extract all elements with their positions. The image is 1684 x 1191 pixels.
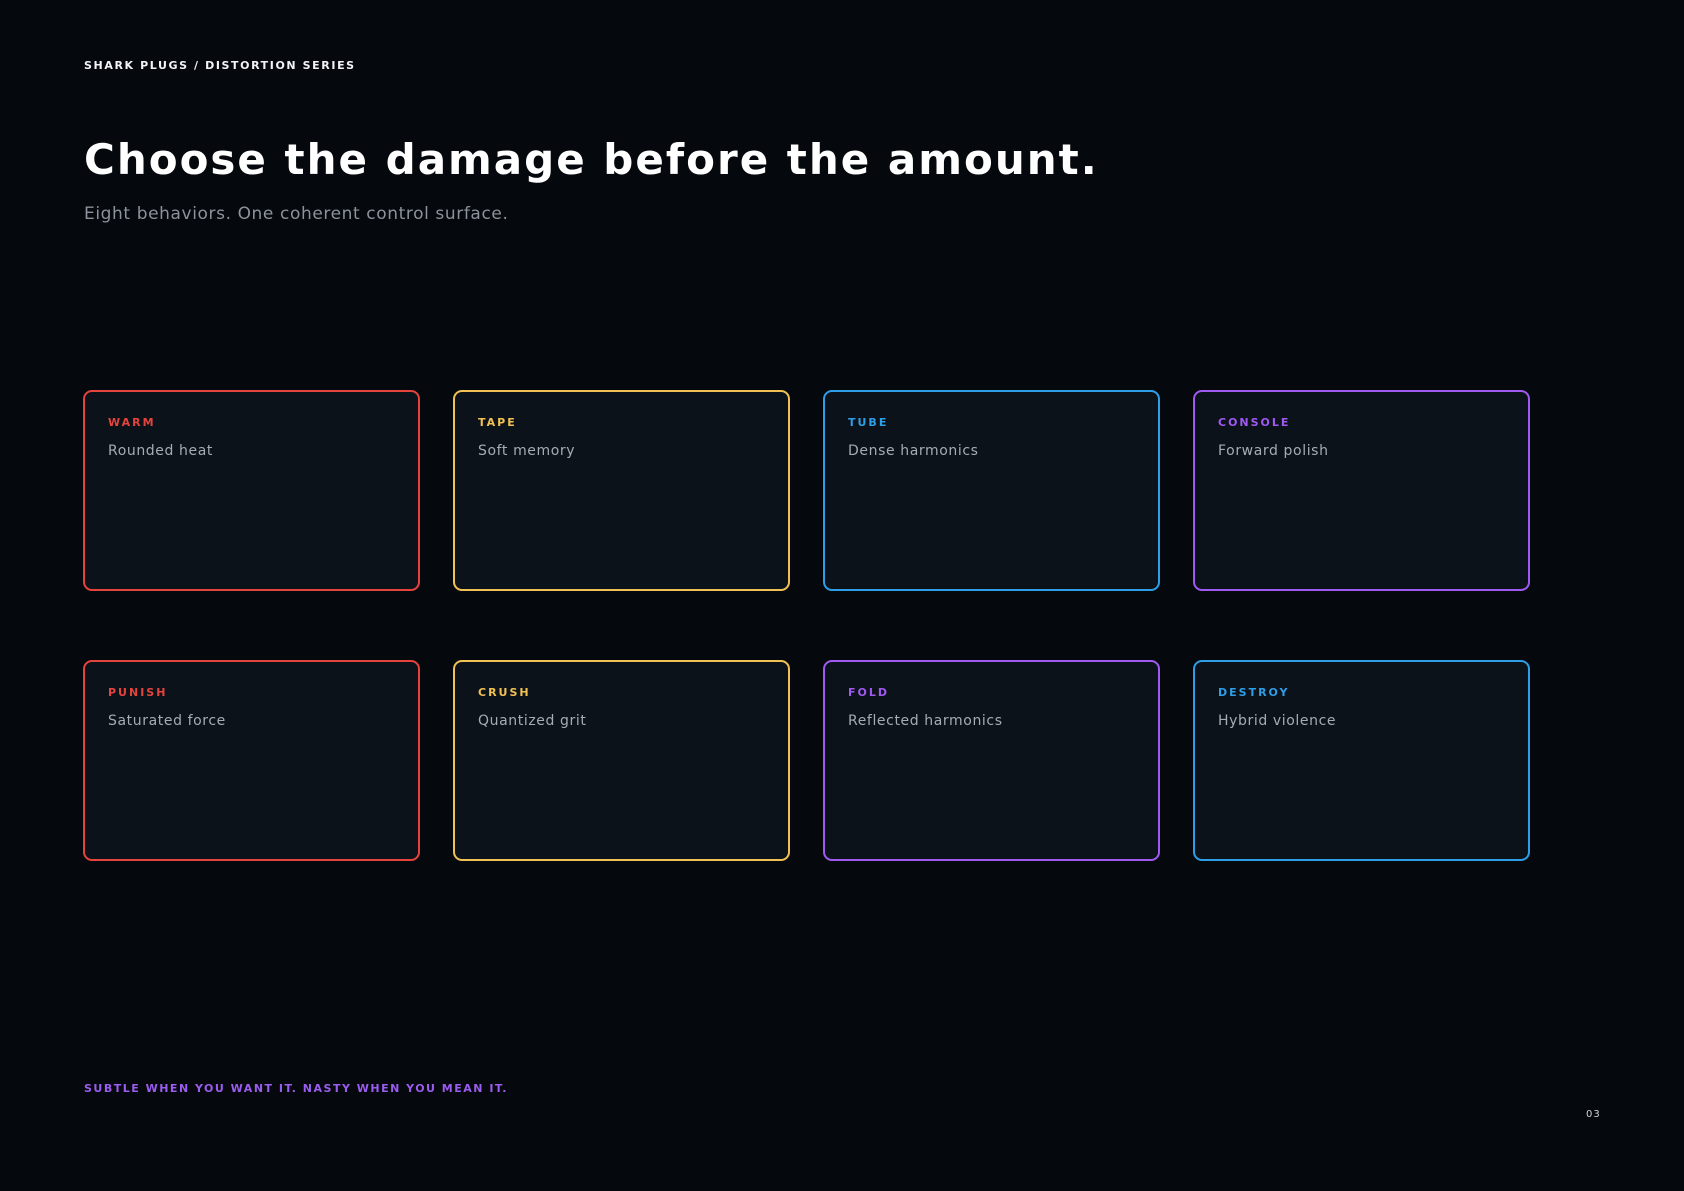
mode-card-tube[interactable]: TUBE Dense harmonics bbox=[823, 390, 1160, 591]
mode-card-tag: CONSOLE bbox=[1218, 416, 1291, 429]
mode-card-tag: TUBE bbox=[848, 416, 889, 429]
mode-card-description: Reflected harmonics bbox=[848, 713, 1003, 729]
mode-card-description: Soft memory bbox=[478, 443, 576, 459]
mode-card-crush[interactable]: CRUSH Quantized grit bbox=[453, 660, 790, 861]
mode-card-description: Quantized grit bbox=[478, 713, 587, 729]
page-subtitle: Eight behaviors. One coherent control su… bbox=[84, 204, 509, 224]
mode-card-description: Saturated force bbox=[108, 713, 226, 729]
mode-card-description: Forward polish bbox=[1218, 443, 1329, 459]
mode-card-tag: FOLD bbox=[848, 686, 890, 699]
mode-card-console[interactable]: CONSOLE Forward polish bbox=[1193, 390, 1530, 591]
mode-card-tag: DESTROY bbox=[1218, 686, 1290, 699]
mode-card-description: Dense harmonics bbox=[848, 443, 979, 459]
footer-tagline: SUBTLE WHEN YOU WANT IT. NASTY WHEN YOU … bbox=[84, 1082, 508, 1095]
mode-card-destroy[interactable]: DESTROY Hybrid violence bbox=[1193, 660, 1530, 861]
eyebrow-label: SHARK PLUGS / DISTORTION SERIES bbox=[84, 59, 356, 72]
mode-card-warm[interactable]: WARM Rounded heat bbox=[83, 390, 420, 591]
mode-card-description: Rounded heat bbox=[108, 443, 214, 459]
mode-card-tag: PUNISH bbox=[108, 686, 168, 699]
mode-card-description: Hybrid violence bbox=[1218, 713, 1337, 729]
page-number: 03 bbox=[1586, 1109, 1601, 1120]
mode-card-tag: CRUSH bbox=[478, 686, 531, 699]
mode-card-tag: TAPE bbox=[478, 416, 517, 429]
mode-card-punish[interactable]: PUNISH Saturated force bbox=[83, 660, 420, 861]
mode-card-fold[interactable]: FOLD Reflected harmonics bbox=[823, 660, 1160, 861]
mode-card-tag: WARM bbox=[108, 416, 156, 429]
page-title: Choose the damage before the amount. bbox=[84, 135, 1099, 184]
mode-card-grid: WARM Rounded heat TAPE Soft memory TUBE … bbox=[83, 390, 1531, 861]
mode-card-tape[interactable]: TAPE Soft memory bbox=[453, 390, 790, 591]
